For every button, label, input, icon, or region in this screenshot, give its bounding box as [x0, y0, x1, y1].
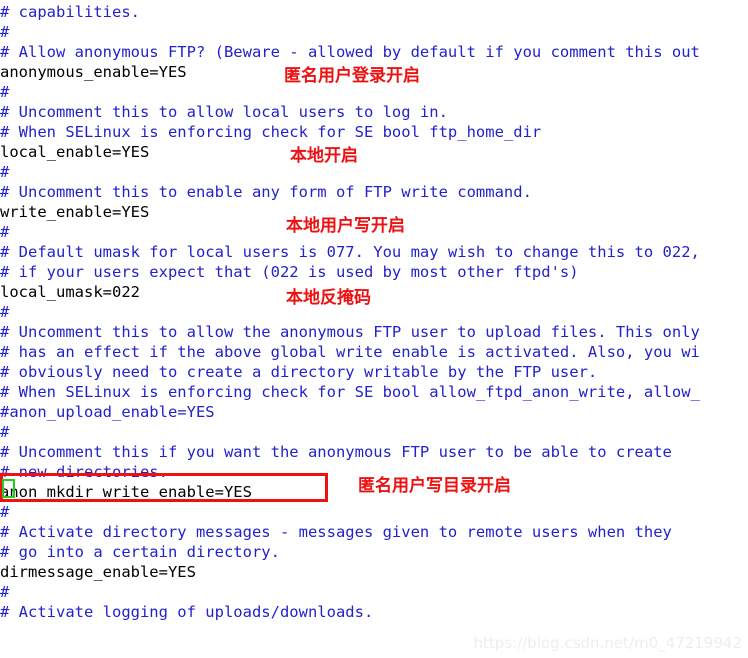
terminal-screen: # capabilities. # # Allow anonymous FTP? (…	[0, 0, 748, 658]
config-directive-line: local_umask=022	[0, 283, 140, 301]
config-comment-line: # Uncomment this to allow local users to…	[0, 103, 448, 121]
watermark-text: https://blog.csdn.net/m0_47219942	[473, 634, 742, 652]
config-comment-line: # When SELinux is enforcing check for SE…	[0, 383, 700, 401]
annotation-label: 本地用户写开启	[286, 216, 405, 236]
config-directive-line: write_enable=YES	[0, 203, 150, 221]
config-directive-line: anon_mkdir_write_enable=YES	[0, 483, 252, 501]
config-comment-line: #	[0, 503, 10, 521]
config-comment-line: #	[0, 23, 10, 41]
config-directive-line: local_enable=YES	[0, 143, 150, 161]
config-comment-line: # capabilities.	[0, 3, 140, 21]
config-comment-line: # new directories.	[0, 463, 168, 481]
config-comment-line: #anon_upload_enable=YES	[0, 403, 215, 421]
config-directive-line: anonymous_enable=YES	[0, 63, 187, 81]
config-comment-line: # Uncomment this to allow the anonymous …	[0, 323, 700, 341]
text-cursor	[2, 479, 15, 498]
config-comment-line: # if your users expect that (022 is used…	[0, 263, 579, 281]
annotation-label: 匿名用户写目录开启	[358, 476, 511, 496]
config-comment-line: # Allow anonymous FTP? (Beware - allowed…	[0, 43, 700, 61]
config-comment-line: # obviously need to create a directory w…	[0, 363, 598, 381]
annotation-label: 匿名用户登录开启	[284, 66, 420, 86]
config-comment-line: # has an effect if the above global writ…	[0, 343, 700, 361]
config-comment-line: # go into a certain directory.	[0, 543, 280, 561]
annotation-label: 本地反掩码	[286, 288, 371, 308]
config-comment-line: #	[0, 303, 10, 321]
config-comment-line: # Uncomment this if you want the anonymo…	[0, 443, 672, 461]
config-comment-line: # Uncomment this to enable any form of F…	[0, 183, 532, 201]
annotation-label: 本地开启	[290, 146, 358, 166]
config-comment-line: #	[0, 163, 10, 181]
config-file-text[interactable]: # capabilities. # # Allow anonymous FTP? (…	[0, 0, 748, 658]
config-comment-line: #	[0, 223, 10, 241]
config-comment-line: #	[0, 583, 10, 601]
config-comment-line: # Default umask for local users is 077. …	[0, 243, 700, 261]
config-comment-line: #	[0, 423, 10, 441]
config-directive-line: dirmessage_enable=YES	[0, 563, 196, 581]
config-comment-line: # Activate logging of uploads/downloads.	[0, 603, 374, 621]
config-comment-line: #	[0, 83, 10, 101]
config-comment-line: # When SELinux is enforcing check for SE…	[0, 123, 542, 141]
config-comment-line: # Activate directory messages - messages…	[0, 523, 672, 541]
